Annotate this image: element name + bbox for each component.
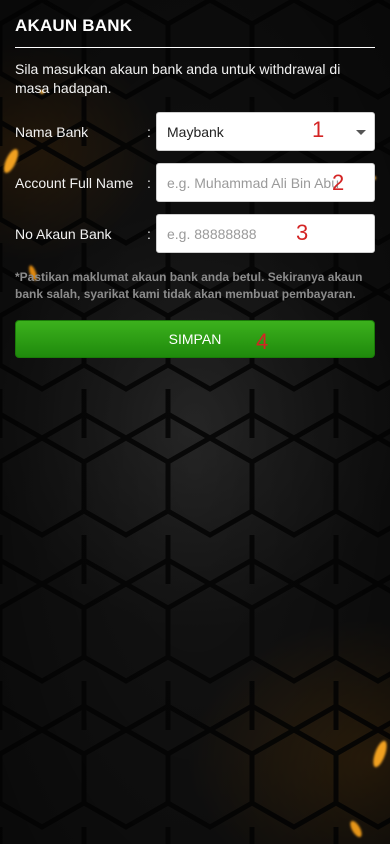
save-button-label: SIMPAN [168,331,222,347]
full-name-row: Account Full Name : 2 [15,163,375,202]
account-number-label: No Akaun Bank [15,225,112,242]
caret-down-icon [356,130,366,135]
bank-name-select[interactable]: Maybank [156,112,375,151]
annotation-number: 4 [256,329,269,354]
bank-name-value: Maybank [167,123,224,140]
bank-account-form: AKAUN BANK Sila masukkan akaun bank anda… [0,0,390,358]
account-number-row: No Akaun Bank : 3 [15,214,375,253]
full-name-input[interactable] [156,163,375,202]
account-number-input[interactable] [156,214,375,253]
intro-text: Sila masukkan akaun bank anda untuk with… [15,61,341,96]
warning-note: *Pastikan maklumat akaun bank anda betul… [15,270,363,301]
colon: : [147,174,151,191]
bank-name-label: Nama Bank [15,123,89,140]
page-title: AKAUN BANK [15,16,375,48]
full-name-label: Account Full Name [15,174,134,191]
bank-name-row: Nama Bank : Maybank 1 [15,112,375,151]
save-button[interactable]: SIMPAN 4 [15,320,375,358]
colon: : [147,225,151,242]
colon: : [147,123,151,140]
form-fields: Nama Bank : Maybank 1 Account Full Name … [15,112,375,253]
